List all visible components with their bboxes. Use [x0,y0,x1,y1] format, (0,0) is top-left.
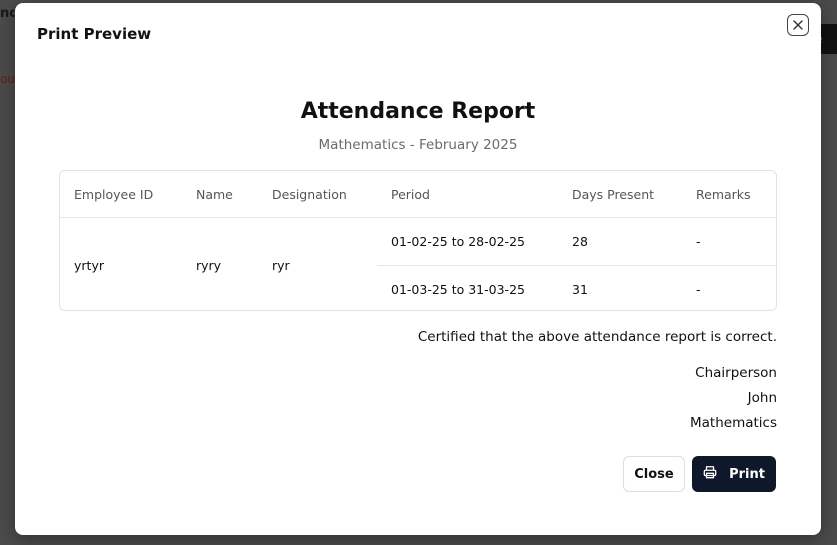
certification-text: Certified that the above attendance repo… [417,329,777,345]
row-divider [377,265,776,266]
report-subtitle: Mathematics - February 2025 [318,137,518,153]
cell-period-2: 01-03-25 to 31-03-25 [391,282,525,297]
cell-days-present-2: 31 [572,282,588,297]
header-period: Period [391,187,430,202]
signature-name: John [747,390,777,406]
header-employee-id: Employee ID [74,187,154,202]
header-divider [60,217,776,218]
cell-days-present-1: 28 [572,234,588,249]
print-button[interactable]: Print [692,456,776,492]
header-name: Name [196,187,233,202]
cell-designation: ryr [272,258,290,273]
cell-remarks-1: - [696,234,701,249]
header-days-present: Days Present [572,187,655,202]
printer-icon [703,465,717,483]
header-designation: Designation [272,187,347,202]
header-remarks: Remarks [696,187,751,202]
cell-remarks-2: - [696,282,701,297]
dialog-title: Print Preview [37,25,152,43]
close-icon[interactable] [787,14,809,36]
close-button[interactable]: Close [623,456,685,492]
cell-period-1: 01-02-25 to 28-02-25 [391,234,525,249]
signature-role: Chairperson [695,365,777,381]
attendance-table: Employee ID Name Designation Period Days… [59,170,777,311]
cell-employee-id: yrtyr [74,258,104,273]
report-title: Attendance Report [300,99,536,124]
close-button-label: Close [634,466,674,482]
signature-department: Mathematics [690,415,777,431]
print-button-label: Print [729,466,765,482]
print-preview-dialog: Print Preview Attendance Report Mathemat… [15,3,821,535]
cell-name: ryry [196,258,222,273]
